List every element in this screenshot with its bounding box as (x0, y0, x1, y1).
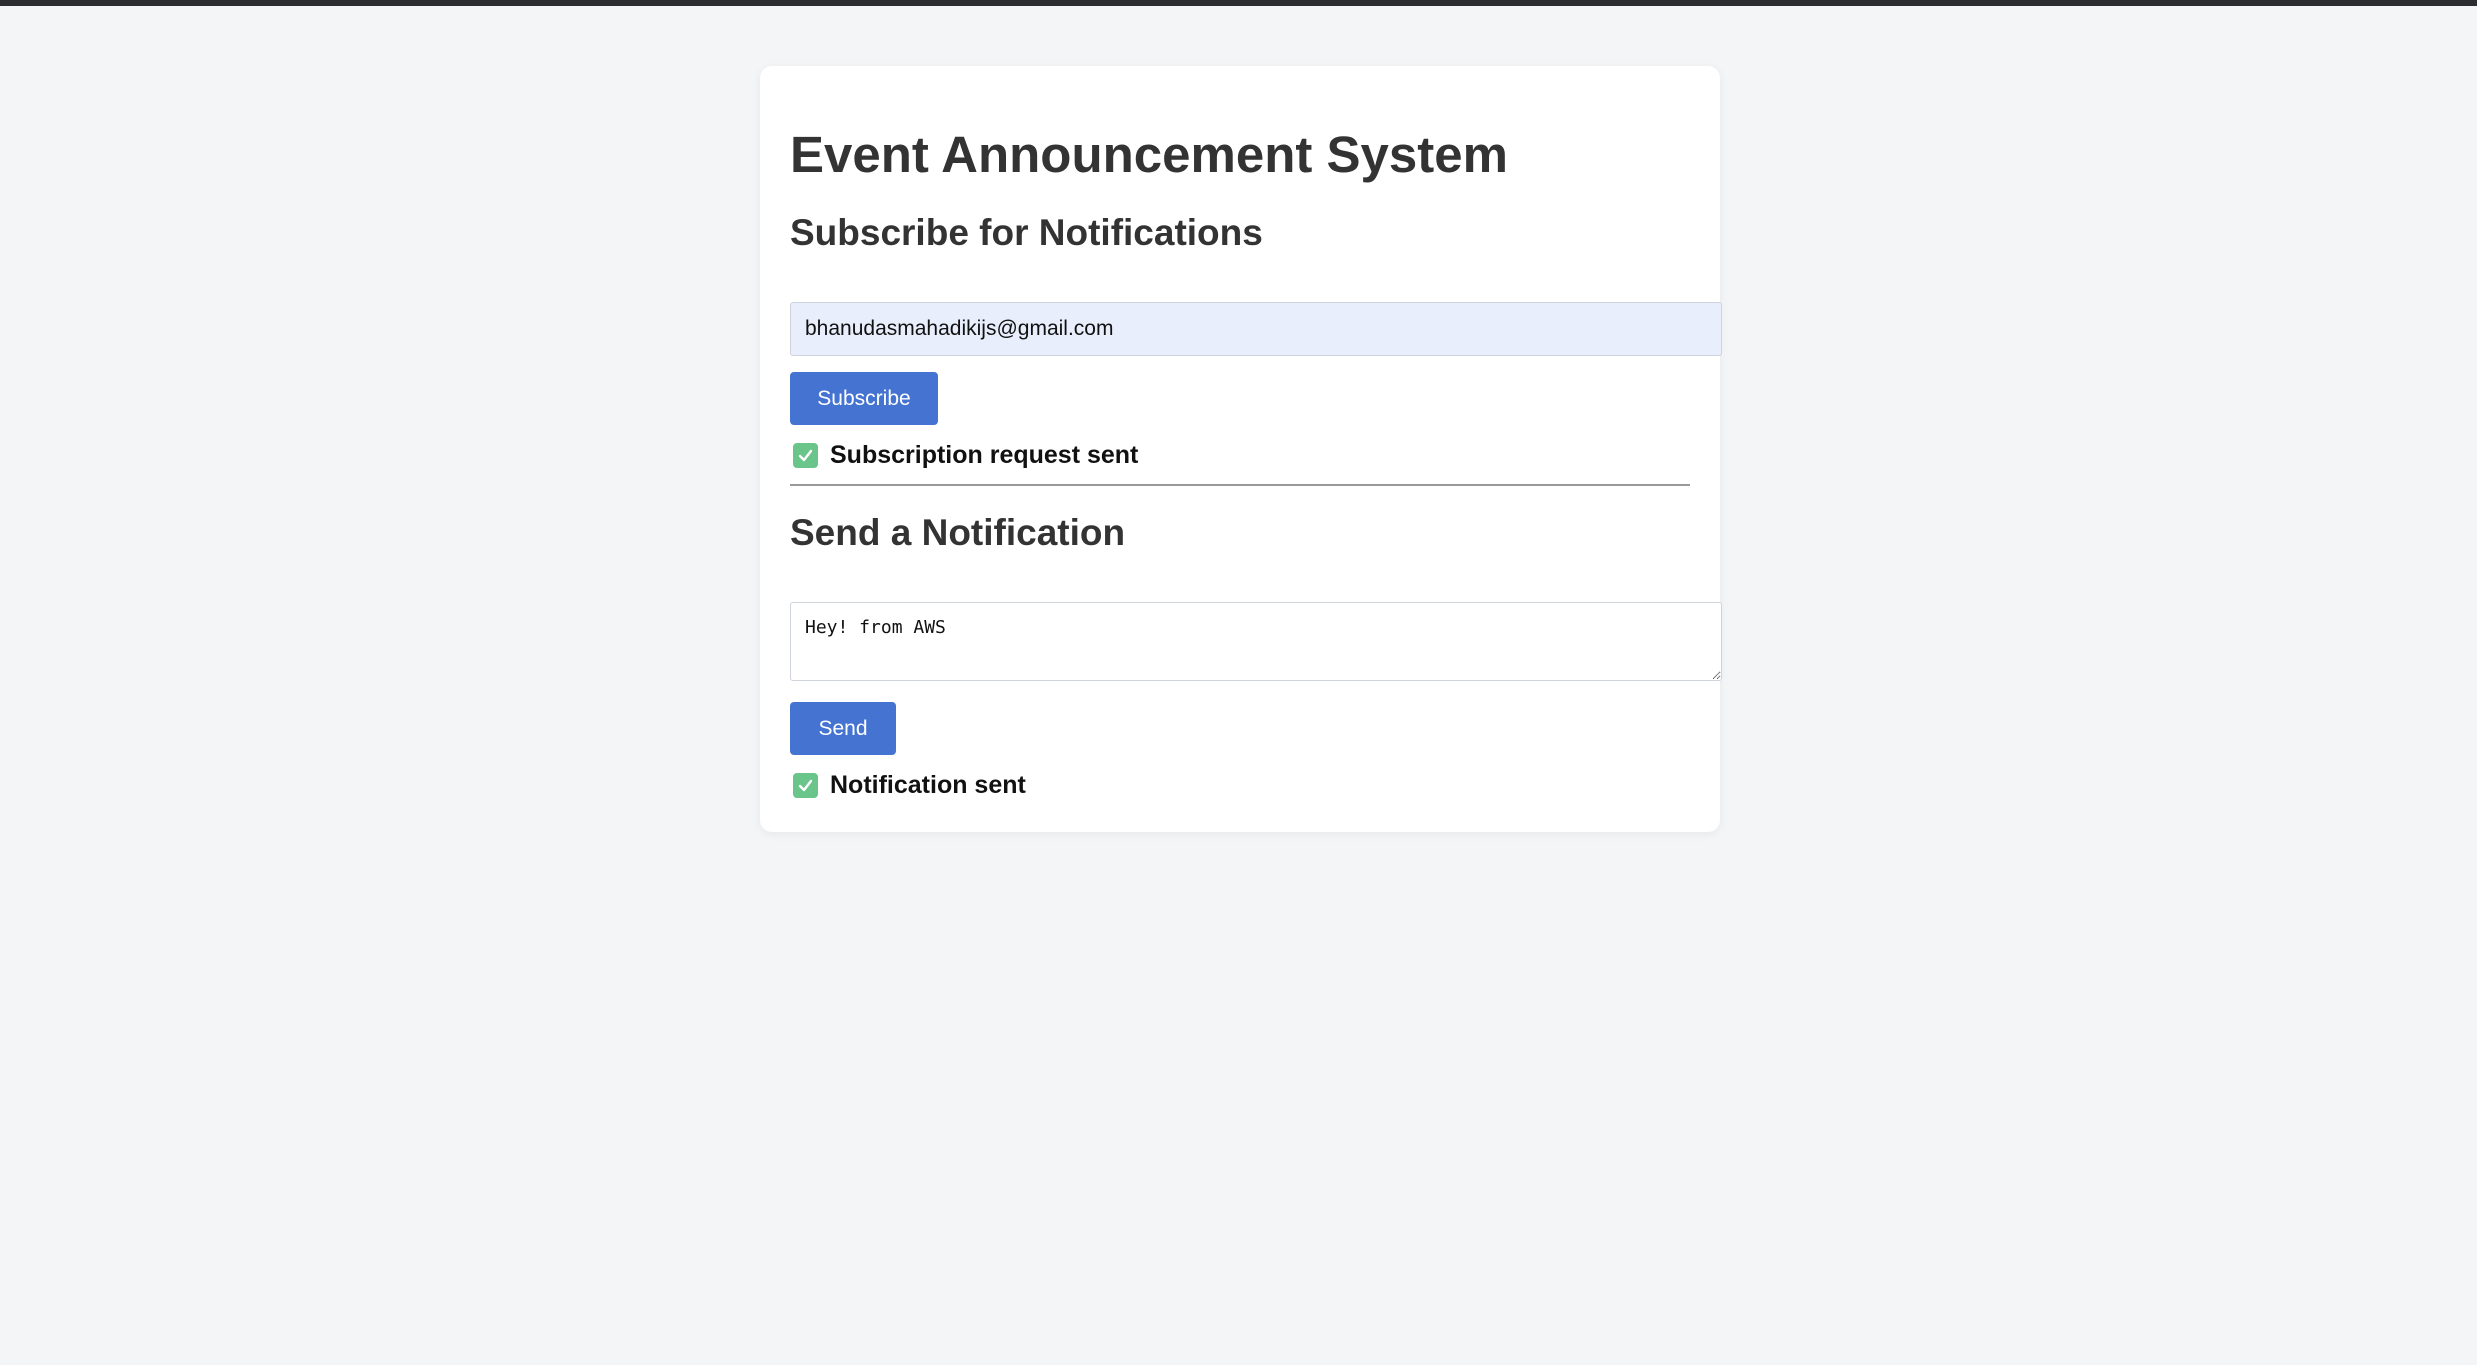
check-icon (793, 773, 818, 798)
notification-status-text: Notification sent (830, 771, 1026, 799)
send-notification-heading: Send a Notification (790, 512, 1126, 553)
subscription-status: Subscription request sent (793, 441, 1138, 470)
window-top-bar (0, 0, 2477, 6)
section-divider (790, 484, 1690, 486)
email-field[interactable] (790, 302, 1722, 356)
message-textarea[interactable]: Hey! from AWS (790, 602, 1722, 681)
subscribe-heading: Subscribe for Notifications (790, 212, 1263, 253)
send-button[interactable]: Send (790, 702, 896, 755)
subscribe-button[interactable]: Subscribe (790, 372, 938, 425)
subscription-status-text: Subscription request sent (830, 441, 1139, 469)
check-icon (793, 443, 818, 468)
page-title: Event Announcement System (790, 126, 1508, 183)
main-card: Event Announcement System Subscribe for … (760, 66, 1722, 832)
notification-status: Notification sent (793, 771, 1026, 800)
